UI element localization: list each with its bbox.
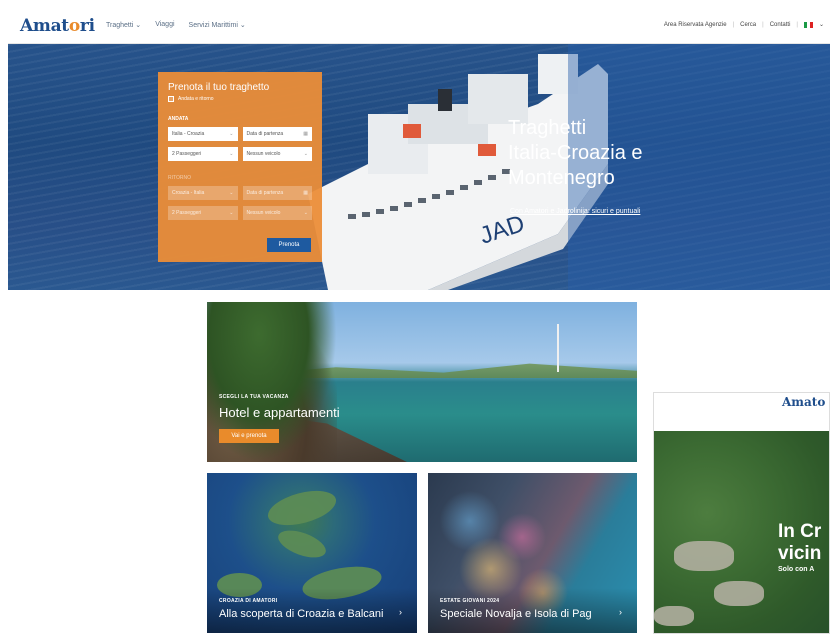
novalja-pag-card[interactable]: ESTATE GIOVANI 2024 Speciale Novalja e I… xyxy=(428,473,637,633)
page: Amatori Traghetti ⌄ Viaggi Servizi Marit… xyxy=(0,0,830,634)
amatori-logo[interactable]: Amatori xyxy=(20,16,95,36)
roundtrip-checkbox[interactable] xyxy=(168,96,174,102)
roundtrip-checkbox-row[interactable]: Andata e ritorno xyxy=(168,96,312,102)
card-kicker: CROAZIA DI AMATORI xyxy=(219,598,278,604)
roundtrip-label: Andata e ritorno xyxy=(178,96,214,102)
return-label: RITORNO xyxy=(168,175,191,181)
sailboat-image xyxy=(557,324,559,372)
hero-subtitle-link[interactable]: Con Amatori e Jadrolinija: sicuri e punt… xyxy=(510,208,640,215)
area-riservata-link[interactable]: Area Riservata Agenzie xyxy=(664,22,727,28)
nav-item-viaggi[interactable]: Viaggi xyxy=(155,21,174,29)
nav-item-traghetti[interactable]: Traghetti ⌄ xyxy=(106,21,141,29)
return-passengers-select[interactable]: 2 Passeggeri ⌄ xyxy=(168,206,238,220)
chevron-down-icon: ⌄ xyxy=(303,151,308,157)
outbound-passengers-select[interactable]: 2 Passeggeri ⌄ xyxy=(168,147,238,161)
prenota-button[interactable]: Prenota xyxy=(267,238,311,252)
chevron-down-icon: ⌄ xyxy=(229,131,234,137)
hotel-card[interactable]: SCEGLI LA TUA VACANZA Hotel e appartamen… xyxy=(207,302,637,462)
ad-headline: In Cr vicin xyxy=(778,521,822,564)
booking-title: Prenota il tuo traghetto xyxy=(168,82,270,93)
ad-logo: Amato xyxy=(782,395,826,409)
contatti-link[interactable]: Contatti xyxy=(770,22,791,28)
return-vehicle-select[interactable]: Nessun veicolo ⌄ xyxy=(242,206,312,220)
chevron-right-icon[interactable]: › xyxy=(619,607,622,617)
card-title: Alla scoperta di Croazia e Balcani xyxy=(219,608,384,620)
chevron-down-icon: ⌄ xyxy=(229,151,234,157)
language-chevron-icon[interactable]: ⌄ xyxy=(819,21,824,28)
card-title: Speciale Novalja e Isola di Pag xyxy=(440,608,592,620)
main-nav: Traghetti ⌄ Viaggi Servizi Marittimi ⌄ xyxy=(106,21,246,29)
italian-flag-icon[interactable] xyxy=(803,21,813,28)
outbound-route-select[interactable]: Italia - Croazia ⌄ xyxy=(168,127,238,141)
booking-widget: Prenota il tuo traghetto Andata e ritorn… xyxy=(158,72,322,262)
outbound-label: ANDATA xyxy=(168,116,189,122)
divider: | xyxy=(762,21,764,28)
cerca-link[interactable]: Cerca xyxy=(740,22,756,28)
chevron-down-icon: ⌄ xyxy=(229,210,234,216)
return-route-select[interactable]: Croazia - Italia ⌄ xyxy=(168,186,238,200)
island-image xyxy=(264,484,340,532)
calendar-icon: ▦ xyxy=(303,131,308,137)
return-date-field[interactable]: Data di partenza ▦ xyxy=(242,186,312,200)
divider: | xyxy=(732,21,735,28)
card-title: Hotel e appartamenti xyxy=(219,405,340,420)
hero-title: Traghetti Italia-Croazia e Montenegro xyxy=(508,117,643,189)
utility-nav: Area Riservata Agenzie | Cerca | Contatt… xyxy=(664,21,824,28)
island-image xyxy=(274,525,330,563)
outbound-vehicle-select[interactable]: Nessun veicolo ⌄ xyxy=(242,147,312,161)
top-navigation-bar: Amatori Traghetti ⌄ Viaggi Servizi Marit… xyxy=(8,8,830,44)
ad-subtitle: Solo con A xyxy=(778,566,815,573)
side-advertisement[interactable]: Amato In Cr vicin Solo con A xyxy=(653,392,830,634)
chevron-down-icon: ⌄ xyxy=(303,210,308,216)
card-kicker: ESTATE GIOVANI 2024 xyxy=(440,598,500,604)
outbound-date-field[interactable]: Data di partenza ▦ xyxy=(242,127,312,141)
divider: | xyxy=(796,21,798,28)
nav-item-servizi-marittimi[interactable]: Servizi Marittimi ⌄ xyxy=(189,21,246,29)
hero-banner: JAD Traghetti Italia-Croazia e Montenegr… xyxy=(8,44,830,290)
chevron-down-icon: ⌄ xyxy=(229,190,234,196)
calendar-icon: ▦ xyxy=(303,190,308,196)
vai-e-prenota-button[interactable]: Vai e prenota xyxy=(219,429,279,443)
chevron-right-icon[interactable]: › xyxy=(399,607,402,617)
croazia-balcani-card[interactable]: CROAZIA DI AMATORI Alla scoperta di Croa… xyxy=(207,473,417,633)
card-kicker: SCEGLI LA TUA VACANZA xyxy=(219,394,289,400)
